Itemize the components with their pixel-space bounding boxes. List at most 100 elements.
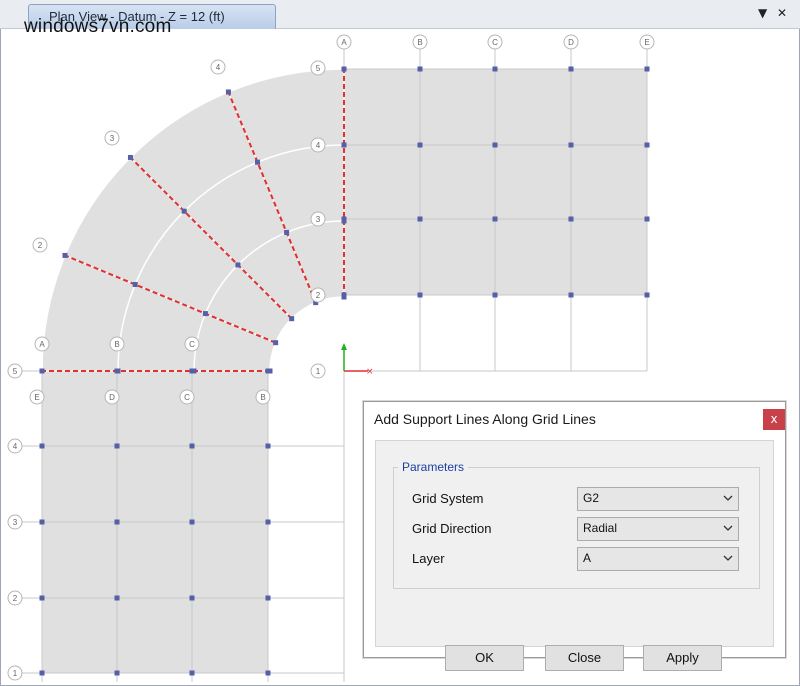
svg-text:3: 3 <box>316 215 321 224</box>
grid-node <box>492 66 498 72</box>
grid-node <box>341 294 347 300</box>
grid-node <box>492 216 498 222</box>
grid-node <box>115 368 121 374</box>
grid-bubble-row: 4 <box>310 137 326 153</box>
grid-node <box>265 443 271 449</box>
grid-bubble-left: 4 <box>7 438 23 454</box>
grid-bubble-bottom: E <box>29 389 45 405</box>
grid-node <box>644 292 650 298</box>
grid-node <box>568 66 574 72</box>
grid-node <box>265 595 271 601</box>
svg-text:D: D <box>568 38 574 47</box>
parameters-group-label: Parameters <box>398 460 469 474</box>
svg-text:5: 5 <box>316 64 321 73</box>
watermark: windows7vn.com <box>24 16 172 37</box>
svg-text:1: 1 <box>13 669 18 678</box>
svg-text:5: 5 <box>13 367 18 376</box>
svg-text:B: B <box>114 340 119 349</box>
grid-node <box>132 282 138 288</box>
grid-node <box>235 262 241 268</box>
svg-text:C: C <box>189 340 195 349</box>
grid-system-value: G2 <box>583 491 600 505</box>
grid-bubble-arc: A <box>34 336 50 352</box>
grid-bubble-top: C <box>487 34 503 50</box>
grid-bubble-left: 1 <box>7 665 23 681</box>
svg-text:3: 3 <box>13 518 18 527</box>
grid-bubble-left: 3 <box>7 514 23 530</box>
svg-text:1: 1 <box>316 367 321 376</box>
grid-bubble-radial: 3 <box>104 130 120 146</box>
dialog-body: Parameters Grid System G2 Grid Direction… <box>375 440 774 671</box>
grid-bubble-bottom: D <box>104 389 120 405</box>
layer-select[interactable]: A <box>577 547 739 571</box>
grid-node <box>644 142 650 148</box>
svg-text:E: E <box>644 38 649 47</box>
grid-bubble-row: 2 <box>310 287 326 303</box>
grid-node <box>39 670 45 676</box>
grid-node <box>492 142 498 148</box>
svg-text:A: A <box>341 38 347 47</box>
grid-direction-label: Grid Direction <box>412 521 492 536</box>
grid-node <box>492 292 498 298</box>
grid-node <box>267 368 273 374</box>
add-support-lines-dialog: Add Support Lines Along Grid Lines x Par… <box>363 401 786 671</box>
svg-text:B: B <box>260 393 265 402</box>
grid-node <box>265 670 271 676</box>
grid-node <box>341 142 347 148</box>
grid-bubble-bottom: C <box>179 389 195 405</box>
y-axis-arrow <box>341 343 347 350</box>
svg-text:D: D <box>109 393 115 402</box>
grid-node <box>39 519 45 525</box>
grid-node <box>39 595 45 601</box>
grid-node <box>341 66 347 72</box>
grid-node <box>114 443 120 449</box>
grid-node <box>127 154 133 160</box>
close-icon[interactable]: ✕ <box>777 6 787 20</box>
svg-text:2: 2 <box>13 594 18 603</box>
grid-node <box>191 368 197 374</box>
grid-node <box>568 292 574 298</box>
svg-text:3: 3 <box>110 134 115 143</box>
close-button[interactable]: Close <box>545 645 624 671</box>
grid-bubble-center: 1 <box>310 363 326 379</box>
grid-node <box>39 443 45 449</box>
origin-axes: × <box>341 343 374 377</box>
grid-bubble-top: B <box>412 34 428 50</box>
svg-text:4: 4 <box>216 63 221 72</box>
grid-direction-select[interactable]: Radial <box>577 517 739 541</box>
chevron-down-icon <box>723 495 733 501</box>
svg-text:4: 4 <box>13 442 18 451</box>
ok-button[interactable]: OK <box>445 645 524 671</box>
layer-value: A <box>583 551 592 565</box>
grid-node <box>255 159 261 165</box>
svg-text:C: C <box>492 38 498 47</box>
grid-system-label: Grid System <box>412 491 484 506</box>
svg-text:E: E <box>34 393 39 402</box>
grid-node <box>265 519 271 525</box>
grid-node <box>189 595 195 601</box>
svg-text:2: 2 <box>38 241 43 250</box>
svg-text:2: 2 <box>316 291 321 300</box>
layer-label: Layer <box>412 551 445 566</box>
svg-text:C: C <box>184 393 190 402</box>
grid-node <box>189 670 195 676</box>
grid-bubble-top: D <box>563 34 579 50</box>
dialog-close-button[interactable]: x <box>763 409 785 430</box>
grid-node <box>417 66 423 72</box>
grid-node <box>289 316 295 322</box>
svg-text:A: A <box>39 340 45 349</box>
grid-node <box>341 218 347 224</box>
grid-node <box>181 208 187 214</box>
apply-button[interactable]: Apply <box>643 645 722 671</box>
grid-node <box>39 368 45 374</box>
grid-system-select[interactable]: G2 <box>577 487 739 511</box>
grid-node <box>189 443 195 449</box>
grid-bubble-radial: 2 <box>32 237 48 253</box>
dropdown-arrow-icon[interactable]: ▼ <box>758 6 767 20</box>
svg-text:B: B <box>417 38 422 47</box>
grid-bubble-left: 2 <box>7 590 23 606</box>
grid-node <box>417 142 423 148</box>
grid-bubble-top: A <box>336 34 352 50</box>
grid-node <box>644 216 650 222</box>
grid-node <box>114 519 120 525</box>
